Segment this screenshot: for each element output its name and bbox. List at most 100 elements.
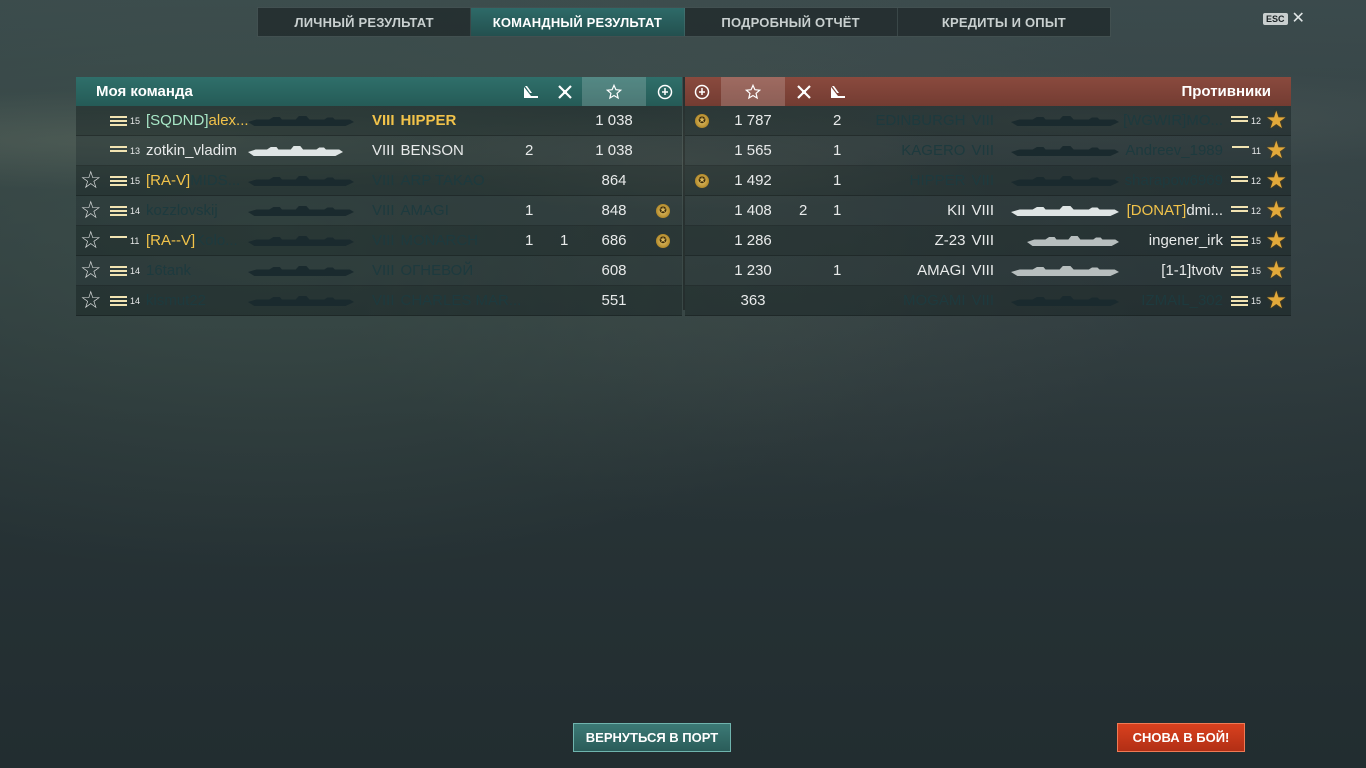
ship-name: VIII CHARLES MAR... [372,286,521,315]
planes-count: 1 [525,202,534,219]
player-name[interactable]: sharapow6969 [1125,166,1223,195]
tab-personal-result[interactable]: ЛИЧНЫЙ РЕЗУЛЬТАТ [258,8,472,36]
clan-tag: [DONAT] [1126,202,1187,219]
player-name[interactable]: [RA-V] MIDS... [146,166,240,195]
planes-count: 2 [833,112,842,129]
tab-credits-xp[interactable]: КРЕДИТЫ И ОПЫТ [898,8,1110,36]
star-gold-icon: ★ [1265,106,1287,134]
planes-count: 1 [525,232,534,249]
rank-badge-icon [1230,235,1248,247]
kills-count: 2 [799,202,808,219]
rank-cell: 11 [110,226,139,255]
result-tabs: ЛИЧНЫЙ РЕЗУЛЬТАТ КОМАНДНЫЙ РЕЗУЛЬТАТ ПОД… [257,7,1111,37]
rank-number: 14 [130,205,141,216]
enemies-panel: Противники ✪ 1 787 2 EDINBURGH VIII [WGWIR] MO… [685,77,1291,316]
rank-badge-icon [110,295,127,307]
player-name[interactable]: zotkin_vladim [146,136,237,165]
rank-badge-icon [110,175,127,187]
player-name[interactable]: [SQDND] alex... [146,106,249,135]
my-team-panel: Моя команда 15 [SQDND] alex... VIII HIPPER 1 … [76,77,682,316]
ship-name: AMAGI VIII [917,256,994,285]
rank-badge-icon [110,235,127,247]
rank-badge-icon [110,145,127,157]
rank-cell: 15 [110,106,140,135]
star-gold-icon: ★ [1265,166,1287,194]
ship-name: HIPPER VIII [910,166,994,195]
rank-number: 15 [130,115,141,126]
enemy-row: 1 565 1 KAGERO VIII Andreev_1989 11 ★ [685,136,1291,166]
experience-value: 864 [601,172,627,189]
rank-badge-icon [1230,205,1248,217]
rank-badge-icon [110,115,127,127]
star-outline-icon: ☆ [80,226,102,254]
my-team-header: Моя команда [76,77,682,106]
star-gold-icon: ★ [1265,286,1287,314]
player-name[interactable]: kozzlovskij [146,196,218,225]
experience-value: 1 286 [734,232,772,249]
ship-title: AMAGI [917,262,966,279]
star-outline-icon: ☆ [80,256,102,284]
tab-detailed-report[interactable]: ПОДРОБНЫЙ ОТЧЁТ [685,8,898,36]
player-nick: sharapow6969 [1124,172,1223,189]
rank-badge-icon [1230,265,1248,277]
rank-number: 11 [1251,145,1261,156]
rank-number: 14 [130,295,141,306]
player-name[interactable]: [RA--V] Kolo... [146,226,238,255]
player-nick: zotkin_vladim [146,142,237,159]
rank-cell: 12 [1230,106,1261,135]
rank-badge-icon [110,205,127,217]
experience-value: 686 [601,232,627,249]
rank-badge-icon [110,265,127,277]
player-name[interactable]: [DONAT] dmi... [1127,196,1223,225]
experience-value: 1 787 [734,112,772,129]
ship-tier: VIII [372,202,395,219]
planes-shot-icon [823,77,853,106]
ship-tier: VIII [372,142,395,159]
ship-name: KAGERO VIII [901,136,994,165]
player-name[interactable]: kismut22 [146,286,206,315]
player-nick: IZMAIL_302 [1141,292,1223,309]
player-nick: alex... [208,112,249,129]
player-name[interactable]: [1-1] tvotv [1161,256,1223,285]
planes-count: 1 [833,172,842,189]
rank-badge-icon [1230,115,1248,127]
ship-tier: VIII [372,262,395,279]
player-nick: kozzlovskij [146,202,218,219]
rank-cell: 12 [1230,196,1261,225]
rank-cell: 14 [110,256,140,285]
experience-value: 848 [601,202,627,219]
medal-badge: ✪ [695,173,709,188]
rank-number: 13 [130,145,141,156]
ship-silhouette-icon [248,296,354,306]
ship-name: Z-23 VIII [935,226,994,255]
medal-icon: ✪ [695,106,709,135]
player-name[interactable]: ingener_irk [1149,226,1223,255]
enemy-row: 1 408 2 1 KII VIII [DONAT] dmi... 12 ★ [685,196,1291,226]
experience-star-icon [582,77,646,106]
clan-tag: [SQDND] [146,112,209,129]
ship-silhouette-icon [248,236,354,246]
player-name[interactable]: [WGWIR] MO... [1123,106,1223,135]
rank-cell: 15 [1230,226,1261,255]
ship-title: EDINBURGH [875,112,966,129]
player-nick: tvotv [1191,262,1223,279]
battle-again-button[interactable]: СНОВА В БОЙ! [1117,723,1245,752]
ship-tier: VIII [971,292,994,309]
rank-number: 15 [130,175,141,186]
close-button[interactable]: ESC ✕ [1263,11,1305,27]
ship-title: KII [947,202,966,219]
rank-number: 11 [130,235,140,246]
tab-team-result[interactable]: КОМАНДНЫЙ РЕЗУЛЬТАТ [471,8,685,36]
ship-silhouette-icon [1011,116,1119,126]
player-name[interactable]: Andreev_1989 [1125,136,1223,165]
enemies-header: Противники [685,77,1291,106]
ship-name: MOGAMI VIII [903,286,994,315]
experience-value: 1 492 [734,172,772,189]
player-name[interactable]: 16tank [146,256,191,285]
ship-silhouette-icon [1011,206,1119,216]
star-outline-icon: ☆ [80,286,102,314]
clan-tag: [1-1] [1161,262,1192,279]
ship-silhouette-icon [1011,176,1119,186]
return-to-port-button[interactable]: ВЕРНУТЬСЯ В ПОРТ [573,723,731,752]
player-name[interactable]: IZMAIL_302 [1141,286,1223,315]
